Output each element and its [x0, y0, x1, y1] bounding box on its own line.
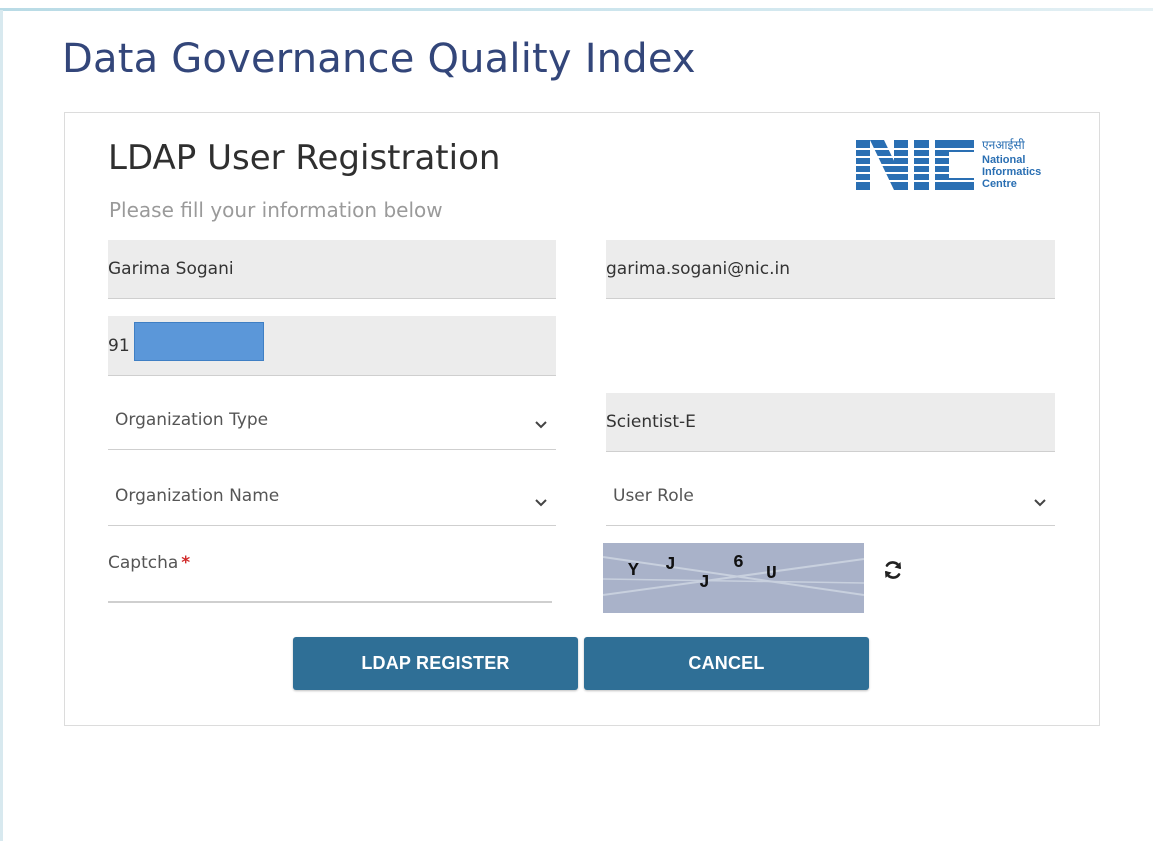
captcha-char-5: U [766, 564, 777, 584]
organization-type-value: Organization Type [115, 410, 269, 430]
captcha-char-1: Y [628, 561, 639, 581]
captcha-label-text: Captcha [108, 553, 179, 573]
designation-value: Scientist-E [606, 412, 696, 432]
logo-hindi: एनआईसी [982, 138, 1026, 152]
captcha-label: Captcha * [108, 553, 190, 573]
page-frame: Data Governance Quality Index LDAP User … [0, 0, 1153, 841]
user-role-value: User Role [613, 486, 694, 506]
cancel-button[interactable]: CANCEL [584, 637, 869, 690]
left-border [0, 10, 3, 841]
page-title: Data Governance Quality Index [62, 36, 696, 82]
user-role-select[interactable]: User Role [606, 472, 1055, 526]
captcha-char-2: J [665, 555, 676, 575]
captcha-input-underline [108, 601, 552, 603]
refresh-icon[interactable] [882, 559, 904, 581]
captcha-input[interactable] [108, 575, 552, 601]
logo-line3: Centre [982, 178, 1017, 190]
logo-line1: National [982, 154, 1025, 166]
logo-line2: Informatics [982, 166, 1041, 178]
email-value: garima.sogani@nic.in [606, 259, 791, 279]
captcha-image: Y J J 6 U [603, 543, 864, 613]
ldap-register-button[interactable]: LDAP REGISTER [293, 637, 578, 690]
chevron-down-icon [1034, 499, 1046, 507]
organization-name-select[interactable]: Organization Name [108, 472, 556, 526]
form-title: LDAP User Registration [108, 138, 501, 178]
nic-logo: एनआईसी National Informatics Centre [856, 138, 1041, 190]
mobile-prefix: 91 [108, 335, 130, 356]
captcha-char-4: 6 [733, 553, 744, 573]
full-name-value: Garima Sogani [108, 259, 234, 279]
full-name-field[interactable]: Garima Sogani [108, 240, 556, 299]
form-subtitle: Please fill your information below [109, 198, 443, 222]
organization-type-select[interactable]: Organization Type [108, 396, 556, 450]
organization-name-value: Organization Name [115, 486, 280, 506]
email-field[interactable]: garima.sogani@nic.in [606, 240, 1055, 299]
required-marker: * [181, 553, 191, 573]
chevron-down-icon [535, 421, 547, 429]
top-border [0, 8, 1153, 11]
chevron-down-icon [535, 499, 547, 507]
redaction-mask [134, 322, 264, 361]
captcha-char-3: J [699, 573, 710, 593]
designation-field[interactable]: Scientist-E [606, 393, 1055, 452]
